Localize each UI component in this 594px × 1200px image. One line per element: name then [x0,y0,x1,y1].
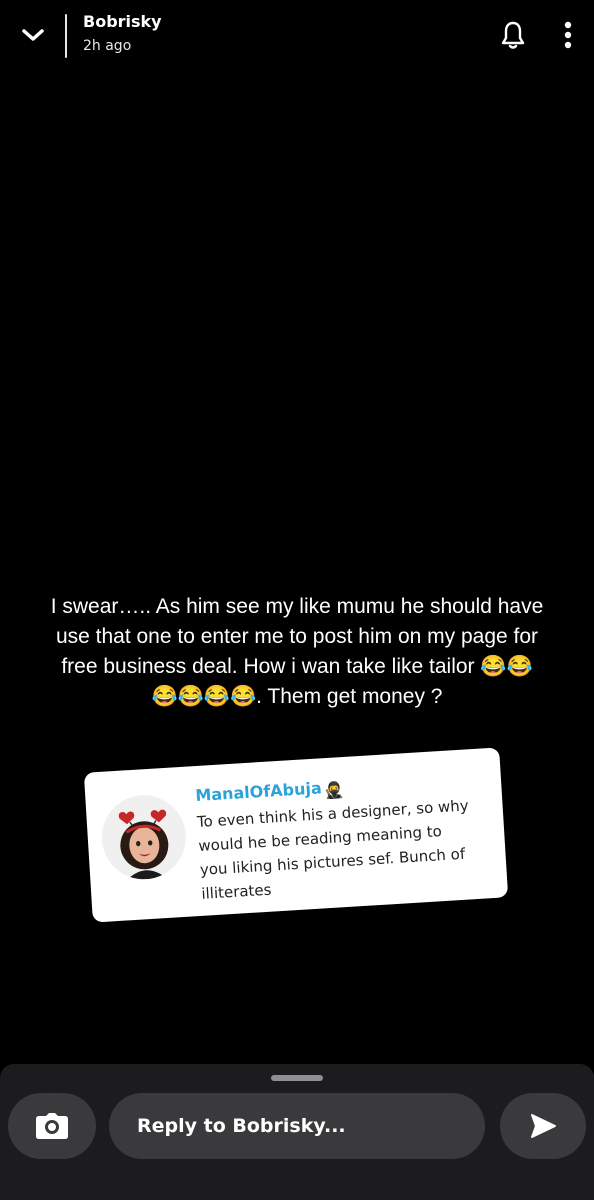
story-username[interactable]: Bobrisky [83,12,162,32]
caption-line: 😂😂😂😂. Them get money ? [10,682,584,712]
story-caption: I swear….. As him see my like mumu he sh… [10,592,584,712]
reply-input[interactable]: Reply to Bobrisky... [109,1093,485,1159]
notification-button[interactable] [496,18,530,52]
send-icon [531,1114,556,1138]
story-header: Bobrisky 2h ago [0,0,594,70]
more-options-button[interactable] [554,16,582,54]
ninja-emoji: 🥷 [323,780,345,801]
caption-line: use that one to enter me to post him on … [55,625,539,648]
story-timestamp: 2h ago [83,38,132,54]
comment-card: ManalOfAbuja🥷 To even think his a design… [83,747,509,923]
bitmoji-avatar-icon [99,792,189,882]
chevron-down-icon [22,29,44,41]
caption-line: I swear….. As him see my like mumu he sh… [50,595,544,618]
more-vertical-icon [564,21,572,49]
camera-button[interactable] [8,1093,96,1159]
laughing-emoji: 😂😂 [480,655,533,678]
laughing-emoji: 😂😂😂😂 [151,685,257,708]
caption-text: . Them get money ? [256,685,443,708]
comment-username-text: ManalOfAbuja [194,778,323,806]
comment-text: To even think his a designer, so why wou… [196,792,497,906]
send-button[interactable] [500,1093,586,1159]
close-story-button[interactable] [16,20,50,50]
caption-line: free business deal. How i wan take like … [10,652,584,682]
reply-placeholder: Reply to Bobrisky... [137,1115,346,1137]
caption-text: free business deal. How i wan take like … [61,655,475,678]
camera-icon [36,1113,68,1139]
bell-icon [501,21,525,49]
header-divider [65,14,67,58]
reply-bar: Reply to Bobrisky... [0,1064,594,1200]
grab-handle[interactable] [271,1075,323,1081]
